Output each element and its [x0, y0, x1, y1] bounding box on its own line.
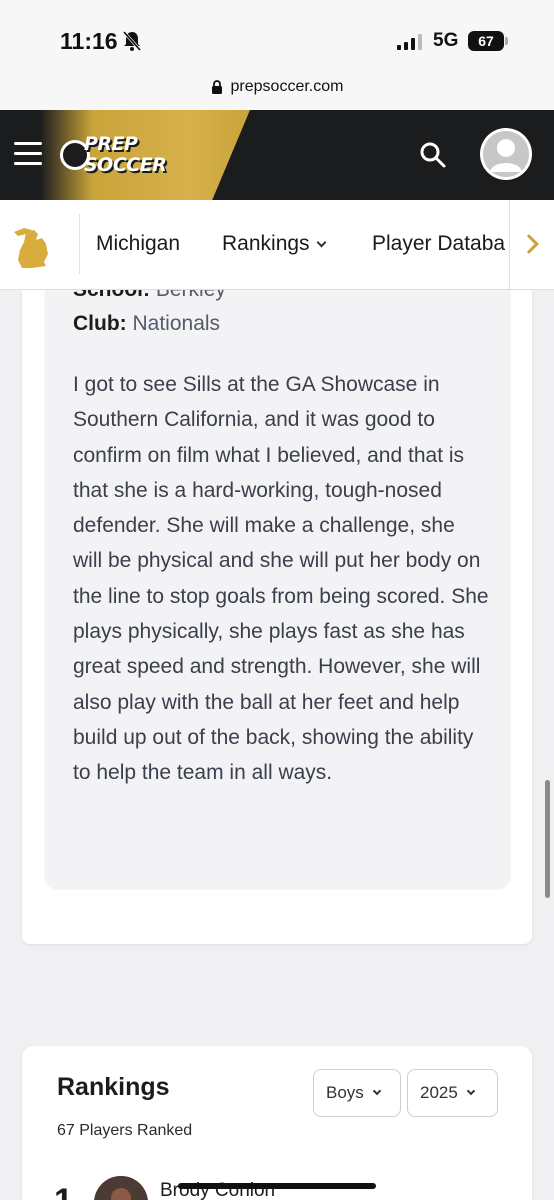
status-bar: 11:16 5G 67	[0, 0, 554, 70]
prep-soccer-logo[interactable]: PREP SOCCER	[60, 132, 190, 182]
logo-line-1: PREP	[84, 133, 138, 155]
user-avatar[interactable]	[480, 128, 532, 180]
school-value: Berkley	[156, 290, 226, 301]
subnav-divider	[79, 214, 80, 274]
club-label: Club:	[73, 312, 127, 335]
nav-scroll-right-icon[interactable]	[509, 200, 554, 289]
user-icon	[481, 129, 531, 179]
year-select[interactable]: 2025	[407, 1069, 498, 1117]
rankings-title: Rankings	[57, 1073, 170, 1101]
logo-line-2: SOCCER	[84, 154, 167, 176]
chevron-down-icon	[372, 1086, 382, 1096]
address-bar[interactable]: prepsoccer.com	[0, 70, 554, 110]
school-label: School:	[73, 290, 150, 301]
nav-rankings[interactable]: Rankings	[222, 232, 327, 256]
chevron-down-icon	[316, 237, 327, 248]
url-text: prepsoccer.com	[230, 78, 344, 95]
status-time: 11:16	[60, 28, 118, 54]
battery-icon: 67	[468, 31, 504, 51]
menu-icon[interactable]	[14, 142, 42, 166]
site-header: PREP SOCCER	[0, 110, 554, 200]
school-row: School: Berkley	[73, 290, 226, 302]
scrollbar[interactable]	[545, 780, 550, 898]
home-indicator[interactable]	[178, 1183, 376, 1189]
search-icon[interactable]	[418, 140, 448, 170]
year-select-value: 2025	[420, 1083, 458, 1102]
lock-icon	[211, 80, 222, 94]
bell-muted-icon	[122, 31, 142, 51]
nav-player-database[interactable]: Player Databa	[372, 232, 509, 256]
signal-icon	[397, 34, 422, 50]
gender-select[interactable]: Boys	[313, 1069, 401, 1117]
michigan-state-icon[interactable]	[12, 226, 54, 270]
club-row: Club: Nationals	[73, 312, 220, 336]
network-type: 5G	[433, 30, 459, 51]
chevron-down-icon	[466, 1086, 476, 1096]
gender-select-value: Boys	[326, 1083, 364, 1102]
battery-tip	[505, 37, 508, 45]
player-evaluation-text: I got to see Sills at the GA Showcase in…	[73, 373, 489, 785]
rank-number: 1	[54, 1182, 73, 1200]
nav-michigan[interactable]: Michigan	[96, 232, 180, 256]
club-value: Nationals	[132, 312, 221, 335]
rankings-count: 67 Players Ranked	[57, 1122, 193, 1139]
nav-rankings-label: Rankings	[222, 232, 310, 255]
